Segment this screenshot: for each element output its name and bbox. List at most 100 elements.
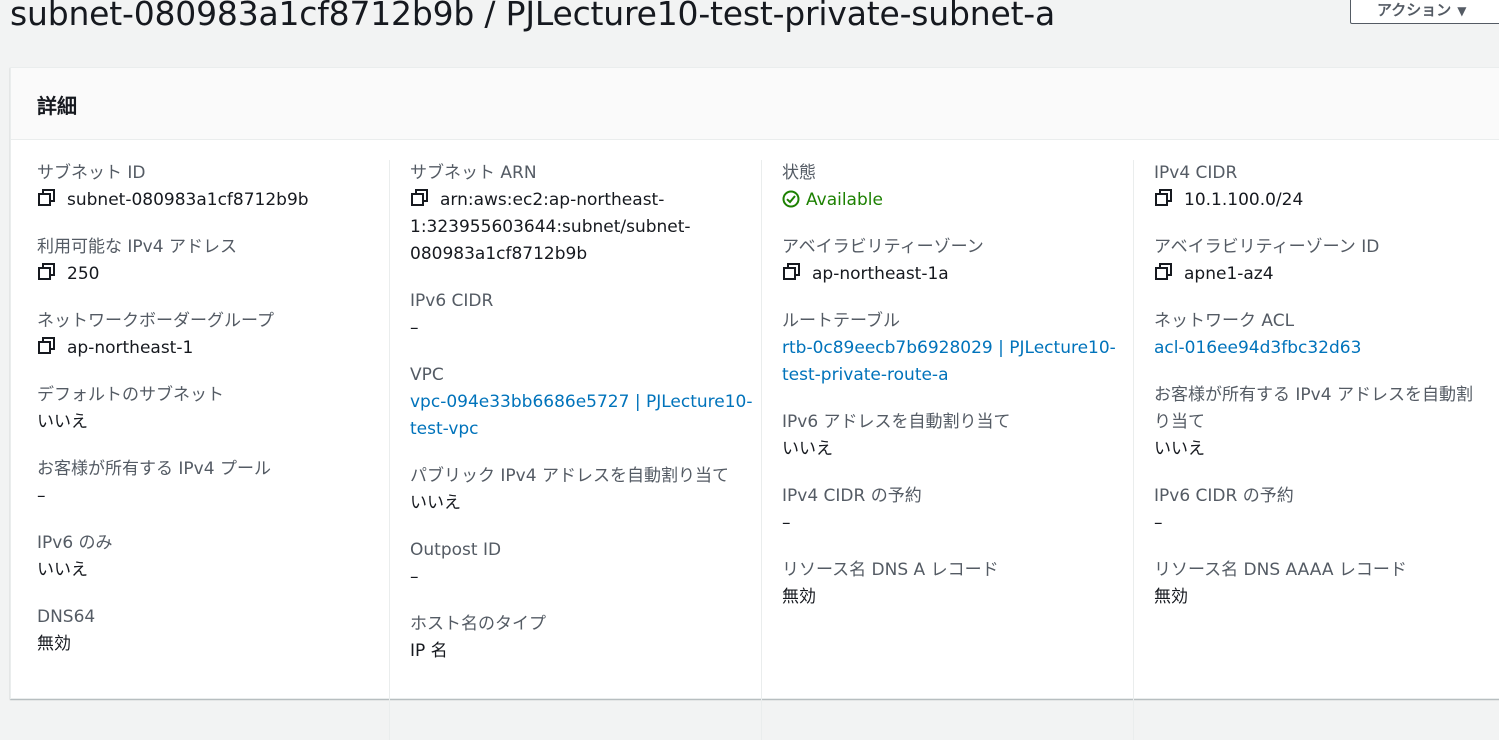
auto-assign-ipv6-field: IPv6 アドレスを自動割り当て いいえ <box>782 409 1127 463</box>
subnet-arn-value-line: 080983a1cf8712b9b <box>410 244 588 264</box>
ipv4-cidr-field: IPv4 CIDR 10.1.100.0/24 <box>1154 160 1499 214</box>
network-acl-field: ネットワーク ACL acl-016ee94d3fbc32d63 <box>1154 308 1499 362</box>
availability-zone-id-value: apne1-az4 <box>1184 264 1274 284</box>
subnet-id-label: サブネット ID <box>37 163 146 183</box>
vpc-link-continued[interactable]: test-vpc <box>410 416 755 443</box>
vpc-label: VPC <box>410 365 444 385</box>
auto-assign-public-ipv4-field: パブリック IPv4 アドレスを自動割り当て いいえ <box>410 463 755 517</box>
route-table-field: ルートテーブル rtb-0c89eecb7b6928029 | PJLectur… <box>782 308 1127 389</box>
hostname-type-label: ホスト名のタイプ <box>410 614 546 634</box>
subnet-id-value: subnet-080983a1cf8712b9b <box>67 190 309 210</box>
subnet-arn-label: サブネット ARN <box>410 163 537 183</box>
resource-dns-aaaa-record-label: リソース名 DNS AAAA レコード <box>1154 560 1407 580</box>
caret-down-icon: ▼ <box>1457 4 1467 18</box>
ipv6-cidr-field: IPv6 CIDR – <box>410 288 755 342</box>
availability-zone-id-field: アベイラビリティーゾーン ID apne1-az4 <box>1154 234 1499 288</box>
state-label: 状態 <box>782 163 816 183</box>
default-subnet-label: デフォルトのサブネット <box>37 385 224 405</box>
hostname-type-value: IP 名 <box>410 641 448 661</box>
details-column-2: サブネット ARN arn:aws:ec2:ap-northeast- 1:32… <box>410 160 755 685</box>
available-ipv4-label: 利用可能な IPv4 アドレス <box>37 237 237 257</box>
ipv4-cidr-reservations-value: – <box>782 513 791 533</box>
subnet-arn-value-line: 1:323955603644:subnet/subnet- <box>410 217 691 237</box>
details-column-4: IPv4 CIDR 10.1.100.0/24 アベイラビリティーゾーン ID … <box>1154 160 1499 631</box>
dns64-value: 無効 <box>37 634 71 654</box>
copy-icon[interactable] <box>37 337 57 355</box>
copy-icon[interactable] <box>1154 263 1174 281</box>
auto-assign-public-ipv4-label: パブリック IPv4 アドレスを自動割り当て <box>410 466 729 486</box>
column-divider <box>761 160 762 740</box>
ipv4-cidr-label: IPv4 CIDR <box>1154 163 1238 183</box>
details-header: 詳細 <box>11 68 1499 140</box>
availability-zone-value: ap-northeast-1a <box>812 264 949 284</box>
state-value: Available <box>806 190 883 210</box>
ipv4-cidr-value: 10.1.100.0/24 <box>1184 190 1304 210</box>
network-border-group-value: ap-northeast-1 <box>67 338 194 358</box>
ipv4-cidr-reservations-field: IPv4 CIDR の予約 – <box>782 483 1127 537</box>
details-columns: サブネット ID subnet-080983a1cf8712b9b 利用可能な … <box>11 140 1499 740</box>
check-circle-icon <box>782 190 800 208</box>
network-acl-link[interactable]: acl-016ee94d3fbc32d63 <box>1154 335 1499 362</box>
ipv4-cidr-reservations-label: IPv4 CIDR の予約 <box>782 486 922 506</box>
actions-label: アクション <box>1377 1 1452 19</box>
vpc-link[interactable]: vpc-094e33bb6686e5727 | PJLecture10- <box>410 389 755 416</box>
customer-owned-ipv4-pool-field: お客様が所有する IPv4 プール – <box>37 456 382 510</box>
subnet-arn-field: サブネット ARN arn:aws:ec2:ap-northeast- 1:32… <box>410 160 755 268</box>
ipv6-only-value: いいえ <box>37 560 88 580</box>
column-divider <box>389 160 390 740</box>
ipv6-only-label: IPv6 のみ <box>37 533 113 553</box>
customer-owned-ipv4-pool-value: – <box>37 486 46 506</box>
resource-dns-a-record-label: リソース名 DNS A レコード <box>782 560 999 580</box>
resource-dns-a-record-field: リソース名 DNS A レコード 無効 <box>782 557 1127 611</box>
subnet-id-field: サブネット ID subnet-080983a1cf8712b9b <box>37 160 382 214</box>
resource-dns-aaaa-record-value: 無効 <box>1154 587 1188 607</box>
copy-icon[interactable] <box>37 189 57 207</box>
copy-icon[interactable] <box>1154 189 1174 207</box>
copy-icon[interactable] <box>782 263 802 281</box>
hostname-type-field: ホスト名のタイプ IP 名 <box>410 611 755 665</box>
vpc-field: VPC vpc-094e33bb6686e5727 | PJLecture10-… <box>410 362 755 443</box>
ipv6-cidr-reservations-label: IPv6 CIDR の予約 <box>1154 486 1294 506</box>
available-ipv4-value: 250 <box>67 264 100 284</box>
details-title: 詳細 <box>37 94 77 118</box>
actions-dropdown-button[interactable]: アクション ▼ <box>1350 0 1499 24</box>
auto-assign-public-ipv4-value: いいえ <box>410 493 461 513</box>
copy-icon[interactable] <box>37 263 57 281</box>
auto-assign-ipv6-label: IPv6 アドレスを自動割り当て <box>782 412 1011 432</box>
resource-dns-a-record-value: 無効 <box>782 587 816 607</box>
auto-assign-customer-ipv4-value: いいえ <box>1154 439 1205 459</box>
customer-owned-ipv4-pool-label: お客様が所有する IPv4 プール <box>37 459 271 479</box>
column-divider <box>1133 160 1134 740</box>
route-table-link[interactable]: rtb-0c89eecb7b6928029 | PJLecture10- <box>782 335 1127 362</box>
default-subnet-value: いいえ <box>37 412 88 432</box>
outpost-id-field: Outpost ID – <box>410 537 755 591</box>
details-column-3: 状態 Available アベイラビリティーゾーン ap-northeast-1… <box>782 160 1127 631</box>
ipv6-cidr-reservations-field: IPv6 CIDR の予約 – <box>1154 483 1499 537</box>
auto-assign-customer-ipv4-label-continued: り当て <box>1154 412 1205 432</box>
ipv6-cidr-reservations-value: – <box>1154 513 1163 533</box>
auto-assign-customer-ipv4-label: お客様が所有する IPv4 アドレスを自動割 <box>1154 385 1473 405</box>
ipv6-cidr-label: IPv6 CIDR <box>410 291 494 311</box>
ipv6-only-field: IPv6 のみ いいえ <box>37 530 382 584</box>
auto-assign-ipv6-value: いいえ <box>782 439 833 459</box>
route-table-label: ルートテーブル <box>782 311 900 331</box>
route-table-link-continued[interactable]: test-private-route-a <box>782 362 1127 389</box>
availability-zone-field: アベイラビリティーゾーン ap-northeast-1a <box>782 234 1127 288</box>
network-acl-label: ネットワーク ACL <box>1154 311 1295 331</box>
page-title: subnet-080983a1cf8712b9b / PJLecture10-t… <box>10 0 1056 33</box>
state-field: 状態 Available <box>782 160 1127 214</box>
availability-zone-label: アベイラビリティーゾーン <box>782 237 984 257</box>
dns64-label: DNS64 <box>37 607 96 627</box>
availability-zone-id-label: アベイラビリティーゾーン ID <box>1154 237 1380 257</box>
network-border-group-label: ネットワークボーダーグループ <box>37 311 274 331</box>
available-ipv4-field: 利用可能な IPv4 アドレス 250 <box>37 234 382 288</box>
outpost-id-value: – <box>410 567 419 587</box>
details-column-1: サブネット ID subnet-080983a1cf8712b9b 利用可能な … <box>37 160 382 678</box>
dns64-field: DNS64 無効 <box>37 604 382 658</box>
ipv6-cidr-value: – <box>410 318 419 338</box>
network-border-group-field: ネットワークボーダーグループ ap-northeast-1 <box>37 308 382 362</box>
subnet-arn-value-line: arn:aws:ec2:ap-northeast- <box>440 190 665 210</box>
copy-icon[interactable] <box>410 189 430 207</box>
resource-dns-aaaa-record-field: リソース名 DNS AAAA レコード 無効 <box>1154 557 1499 611</box>
outpost-id-label: Outpost ID <box>410 540 502 560</box>
